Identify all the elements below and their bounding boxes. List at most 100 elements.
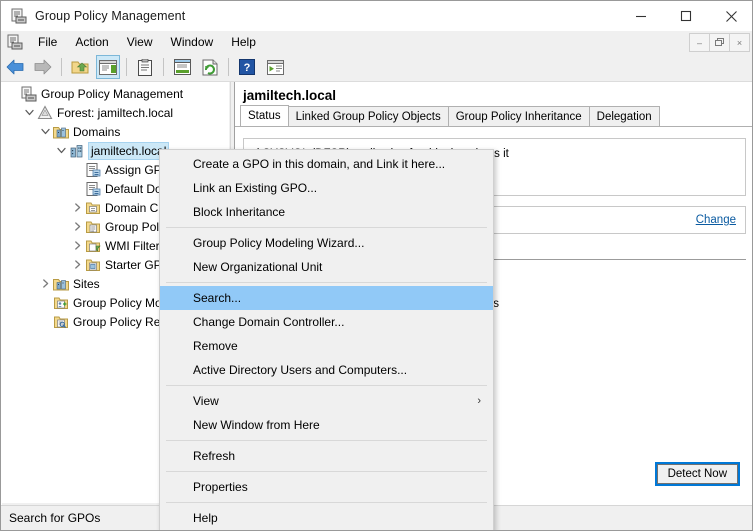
chevron-right-icon[interactable]: [69, 236, 85, 255]
chevron-right-icon[interactable]: [69, 217, 85, 236]
gpo-icon: [85, 181, 101, 197]
context-menu-item-change-domain-controller[interactable]: Change Domain Controller...: [160, 310, 493, 334]
minimize-icon[interactable]: [618, 1, 663, 31]
chevron-right-icon[interactable]: [69, 198, 85, 217]
menu-action[interactable]: Action: [66, 32, 117, 52]
context-menu-item-remove[interactable]: Remove: [160, 334, 493, 358]
svg-text:?: ?: [244, 62, 251, 74]
chevron-right-icon[interactable]: [37, 274, 53, 293]
context-menu-item-label: New Window from Here: [193, 418, 320, 432]
context-menu-item-label: Block Inheritance: [193, 205, 286, 219]
context-menu-separator: [166, 282, 487, 283]
group-policy-management-window: Group Policy Management File Action View…: [0, 0, 753, 531]
change-link[interactable]: Change: [696, 212, 736, 228]
console-icon: [7, 34, 23, 50]
context-menu-item-group-policy-modeling-wizard[interactable]: Group Policy Modeling Wizard...: [160, 231, 493, 255]
context-menu-item-properties[interactable]: Properties: [160, 475, 493, 499]
context-menu-separator: [166, 227, 487, 228]
menu-help[interactable]: Help: [222, 32, 265, 52]
context-menu-separator: [166, 440, 487, 441]
toolbar-separator: [61, 58, 62, 76]
chevron-down-icon[interactable]: [21, 103, 37, 122]
context-menu-item-label: New Organizational Unit: [193, 260, 323, 274]
chevron-right-icon[interactable]: [69, 255, 85, 274]
title-bar: Group Policy Management: [1, 1, 752, 31]
menu-file[interactable]: File: [29, 32, 66, 52]
refresh-icon[interactable]: [198, 55, 222, 79]
close-icon[interactable]: [708, 1, 752, 31]
context-menu-item-block-inheritance[interactable]: Block Inheritance: [160, 200, 493, 224]
toolbar: ?: [1, 53, 752, 82]
tab-delegation[interactable]: Delegation: [588, 106, 660, 126]
tree-node-group-policy-management[interactable]: Group Policy Management: [3, 84, 228, 103]
context-menu-item-label: Active Directory Users and Computers...: [193, 363, 408, 377]
menu-window[interactable]: Window: [162, 32, 223, 52]
tree-node-label: Assign GP: [105, 162, 162, 177]
tab-linked-group-policy-objects[interactable]: Linked Group Policy Objects: [287, 106, 449, 126]
tree-node-domains[interactable]: Domains: [3, 122, 228, 141]
toolbar-separator: [126, 58, 127, 76]
maximize-icon[interactable]: [663, 1, 708, 31]
toolbar-separator: [228, 58, 229, 76]
menu-view[interactable]: View: [118, 32, 162, 52]
starter-gpo-folder-icon: [85, 257, 101, 273]
tree-node-label: Group Pol: [105, 219, 160, 234]
context-menu-item-label: Search...: [193, 291, 242, 305]
mdi-close-button[interactable]: ×: [729, 33, 750, 52]
tree-node-forest-jamiltech-local[interactable]: Forest: jamiltech.local: [3, 103, 228, 122]
window-controls: [618, 1, 752, 31]
forward-icon[interactable]: [31, 55, 55, 79]
tab-group-policy-inheritance[interactable]: Group Policy Inheritance: [447, 106, 590, 126]
context-menu-item-label: Link an Existing GPO...: [193, 181, 318, 195]
domain-context-menu[interactable]: Create a GPO in this domain, and Link it…: [159, 149, 494, 530]
context-menu-item-label: Group Policy Modeling Wizard...: [193, 236, 365, 250]
domains-folder-icon: [53, 124, 69, 140]
chevron-right-icon: ›: [477, 395, 481, 407]
context-menu-item-new-window-from-here[interactable]: New Window from Here: [160, 413, 493, 437]
context-menu-separator: [166, 471, 487, 472]
help-icon[interactable]: ?: [235, 55, 259, 79]
ou-icon: [85, 200, 101, 216]
context-menu-item-label: Change Domain Controller...: [193, 315, 345, 329]
new-window-icon[interactable]: [170, 55, 194, 79]
mdi-restore-button[interactable]: [709, 33, 730, 52]
menu-bar: File Action View Window Help – ×: [1, 31, 752, 54]
context-menu-item-label: Refresh: [193, 449, 236, 463]
context-menu-item-label: Properties: [193, 480, 248, 494]
mdi-minimize-button[interactable]: –: [689, 33, 710, 52]
context-menu-item-label: Create a GPO in this domain, and Link it…: [193, 157, 446, 171]
tree-node-label: Group Policy Mod: [73, 295, 169, 310]
context-menu-item-help[interactable]: Help: [160, 506, 493, 530]
up-folder-icon[interactable]: [68, 55, 92, 79]
context-menu-item-new-organizational-unit[interactable]: New Organizational Unit: [160, 255, 493, 279]
chevron-down-icon[interactable]: [53, 141, 69, 160]
tree-node-label: Forest: jamiltech.local: [57, 105, 174, 120]
tree-node-label: Starter GP(: [105, 257, 166, 272]
details-tabs: Status Linked Group Policy Objects Group…: [235, 105, 752, 127]
chevron-down-icon[interactable]: [37, 122, 53, 141]
tree-node-label: Domain C: [105, 200, 159, 215]
export-list-icon[interactable]: [263, 55, 287, 79]
detect-now-button[interactable]: Detect Now: [654, 462, 741, 486]
context-menu-item-active-directory-users-and-computers[interactable]: Active Directory Users and Computers...: [160, 358, 493, 382]
toolbar-separator: [163, 58, 164, 76]
context-menu-item-view[interactable]: View ›: [160, 389, 493, 413]
tree-node-label: Default Do: [105, 181, 162, 196]
show-hide-console-tree-icon[interactable]: [96, 55, 120, 79]
gpm-console-icon: [21, 86, 37, 102]
properties-clipboard-icon[interactable]: [133, 55, 157, 79]
tab-status[interactable]: Status: [240, 105, 289, 126]
context-menu-item-search[interactable]: Search...: [160, 286, 493, 310]
tree-node-label: Sites: [73, 276, 100, 291]
context-menu-item-refresh[interactable]: Refresh: [160, 444, 493, 468]
page-title: jamiltech.local: [243, 88, 337, 103]
context-menu-item-link-an-existing-gpo[interactable]: Link an Existing GPO...: [160, 176, 493, 200]
context-menu-item-label: Help: [193, 511, 218, 525]
context-menu-item-create-a-gpo-in-this-domain-and-link-it-here[interactable]: Create a GPO in this domain, and Link it…: [160, 152, 493, 176]
back-icon[interactable]: [3, 55, 27, 79]
